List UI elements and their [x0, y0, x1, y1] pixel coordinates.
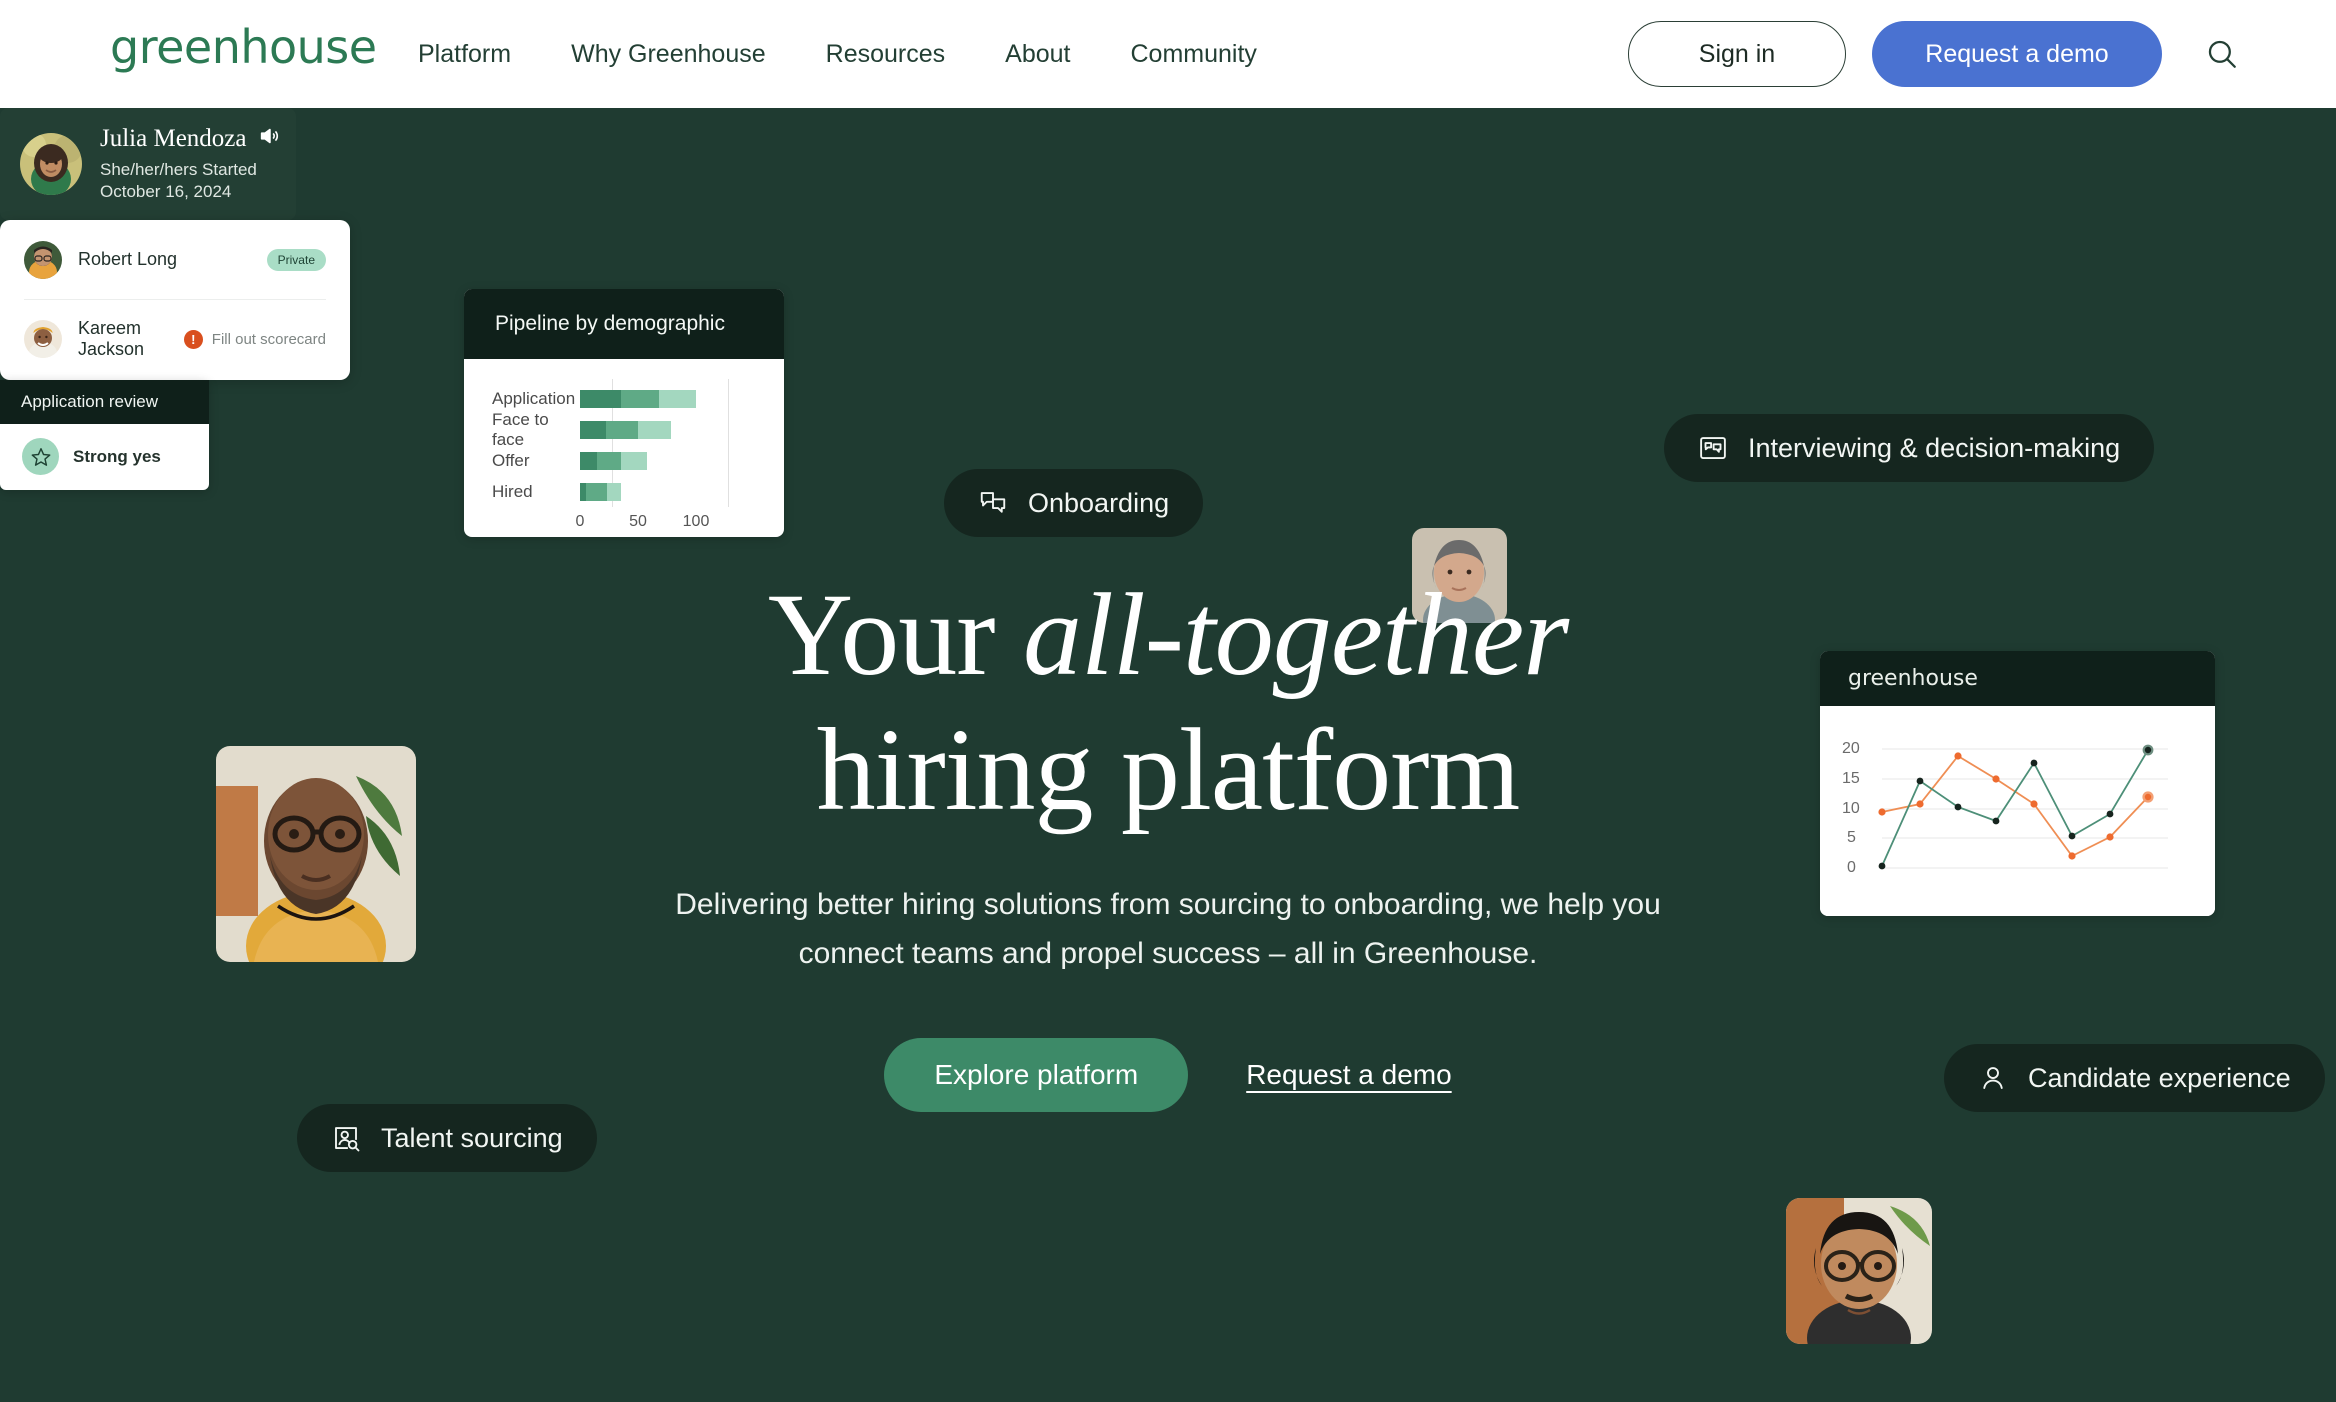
greenhouse-analytics-card[interactable]: greenhouse 20 15 10 5 0 [1820, 651, 2215, 916]
list-item[interactable]: Kareem Jackson ! Fill out scorecard [24, 299, 326, 378]
scorecard-status-label: Fill out scorecard [211, 330, 326, 348]
page-title: Your all-together hiring platform [668, 568, 1668, 837]
interview-scorecard-list[interactable]: Robert Long Private Kareem Jackson ! Fil… [0, 220, 350, 380]
nav-link-why-greenhouse[interactable]: Why Greenhouse [571, 40, 766, 69]
bar-label: Hired [492, 481, 533, 501]
person-icon [1978, 1063, 2008, 1093]
x-tick: 0 [575, 513, 585, 530]
hero-subtitle: Delivering better hiring solutions from … [675, 888, 1661, 970]
employee-start-date: October 16, 2024 [100, 182, 232, 201]
bar-track [580, 420, 756, 439]
card-header: greenhouse [1820, 651, 2215, 706]
pill-label: Interviewing & decision-making [1748, 432, 2121, 463]
list-item-meta: Robert Long [78, 249, 251, 270]
scorecard-status[interactable]: ! Fill out scorecard [183, 329, 326, 349]
bar-label: Offer [492, 450, 530, 470]
bar-track [580, 482, 756, 501]
pill-interviewing-decision-making[interactable]: Interviewing & decision-making [1664, 414, 2155, 482]
employee-name-row: Julia Mendoza [100, 125, 280, 154]
photo-person-1 [216, 746, 416, 962]
chart-row: Face to face [492, 410, 756, 449]
x-axis: 0 50 100 [576, 507, 756, 537]
pill-candidate-experience[interactable]: Candidate experience [1944, 1044, 2325, 1112]
employee-pronouns: She/her/hers Started [100, 159, 257, 179]
chat-bubbles-icon [978, 488, 1008, 518]
request-demo-link[interactable]: Request a demo [1246, 1059, 1451, 1091]
status-badge: Private [266, 248, 326, 271]
bar-label: Application [492, 388, 576, 408]
top-navigation-bar: greenhouse Platform Why Greenhouse Resou… [0, 0, 2336, 108]
bar-track [580, 451, 756, 470]
employee-details: Julia Mendoza She/her/hers Started Octob… [100, 125, 280, 204]
application-review-card[interactable]: Application review Strong yes [0, 380, 209, 490]
star-icon [22, 438, 59, 475]
employee-card-julia-mendoza[interactable]: Julia Mendoza She/her/hers Started Octob… [0, 108, 296, 220]
alert-icon: ! [183, 329, 203, 349]
hero-section: Julia Mendoza She/her/hers Started Octob… [0, 108, 2336, 1402]
nav-link-platform[interactable]: Platform [418, 40, 511, 69]
photo-person-3 [1786, 1198, 1932, 1344]
pill-label: Candidate experience [2028, 1062, 2291, 1093]
pill-onboarding[interactable]: Onboarding [944, 469, 1204, 537]
primary-nav-links: Platform Why Greenhouse Resources About … [418, 0, 1257, 108]
avatar [20, 133, 82, 195]
card-title: Pipeline by demographic [495, 312, 725, 335]
speaker-icon[interactable] [258, 125, 280, 154]
chart-row: Hired [492, 476, 756, 507]
pill-label: Talent sourcing [381, 1122, 563, 1153]
card-title: Application review [21, 392, 159, 411]
bar-track [580, 389, 756, 408]
pipeline-by-demographic-card[interactable]: Pipeline by demographic Application Face… [464, 289, 784, 537]
search-icon[interactable] [2198, 30, 2246, 78]
bar-chart: Application Face to face Offer Hired 0 5… [464, 359, 784, 537]
sign-in-button[interactable]: Sign in [1628, 21, 1846, 87]
greenhouse-logo[interactable]: greenhouse [110, 20, 377, 74]
card-body: Strong yes [0, 424, 209, 475]
avatar [24, 240, 62, 279]
request-demo-button[interactable]: Request a demo [1872, 21, 2162, 87]
bar-label: Face to face [492, 409, 549, 449]
x-tick: 100 [682, 513, 710, 530]
nav-link-community[interactable]: Community [1130, 40, 1256, 69]
pill-talent-sourcing[interactable]: Talent sourcing [297, 1104, 597, 1172]
rating-label: Strong yes [73, 446, 161, 466]
nav-link-resources[interactable]: Resources [826, 40, 946, 69]
list-item[interactable]: Robert Long Private [24, 220, 326, 299]
person-name: Kareem Jackson [78, 318, 145, 359]
headline-line-2: hiring platform [816, 703, 1521, 835]
card-header: Pipeline by demographic [464, 289, 784, 359]
hero-content: Your all-together hiring platform Delive… [668, 568, 1668, 1113]
person-search-icon [331, 1123, 361, 1153]
card-header: Application review [0, 380, 209, 424]
nav-link-about[interactable]: About [1005, 40, 1070, 69]
employee-name: Julia Mendoza [100, 125, 247, 153]
greenhouse-logo-small: greenhouse [1848, 666, 1978, 691]
line-chart: 20 15 10 5 0 [1820, 706, 2215, 916]
hero-cta-row: Explore platform Request a demo [668, 1038, 1668, 1113]
pill-label: Onboarding [1028, 487, 1170, 518]
person-name: Robert Long [78, 249, 178, 269]
chart-row: Offer [492, 445, 756, 476]
x-tick: 50 [629, 513, 647, 530]
explore-platform-button[interactable]: Explore platform [884, 1038, 1189, 1113]
headline-line-1-plain: Your [767, 569, 1024, 700]
headline-line-1-italic: all-together [1023, 569, 1569, 700]
list-item-meta: Kareem Jackson [78, 318, 168, 360]
avatar [24, 320, 62, 358]
video-interview-icon [1698, 433, 1728, 463]
nav-actions: Sign in Request a demo [1628, 0, 2246, 108]
